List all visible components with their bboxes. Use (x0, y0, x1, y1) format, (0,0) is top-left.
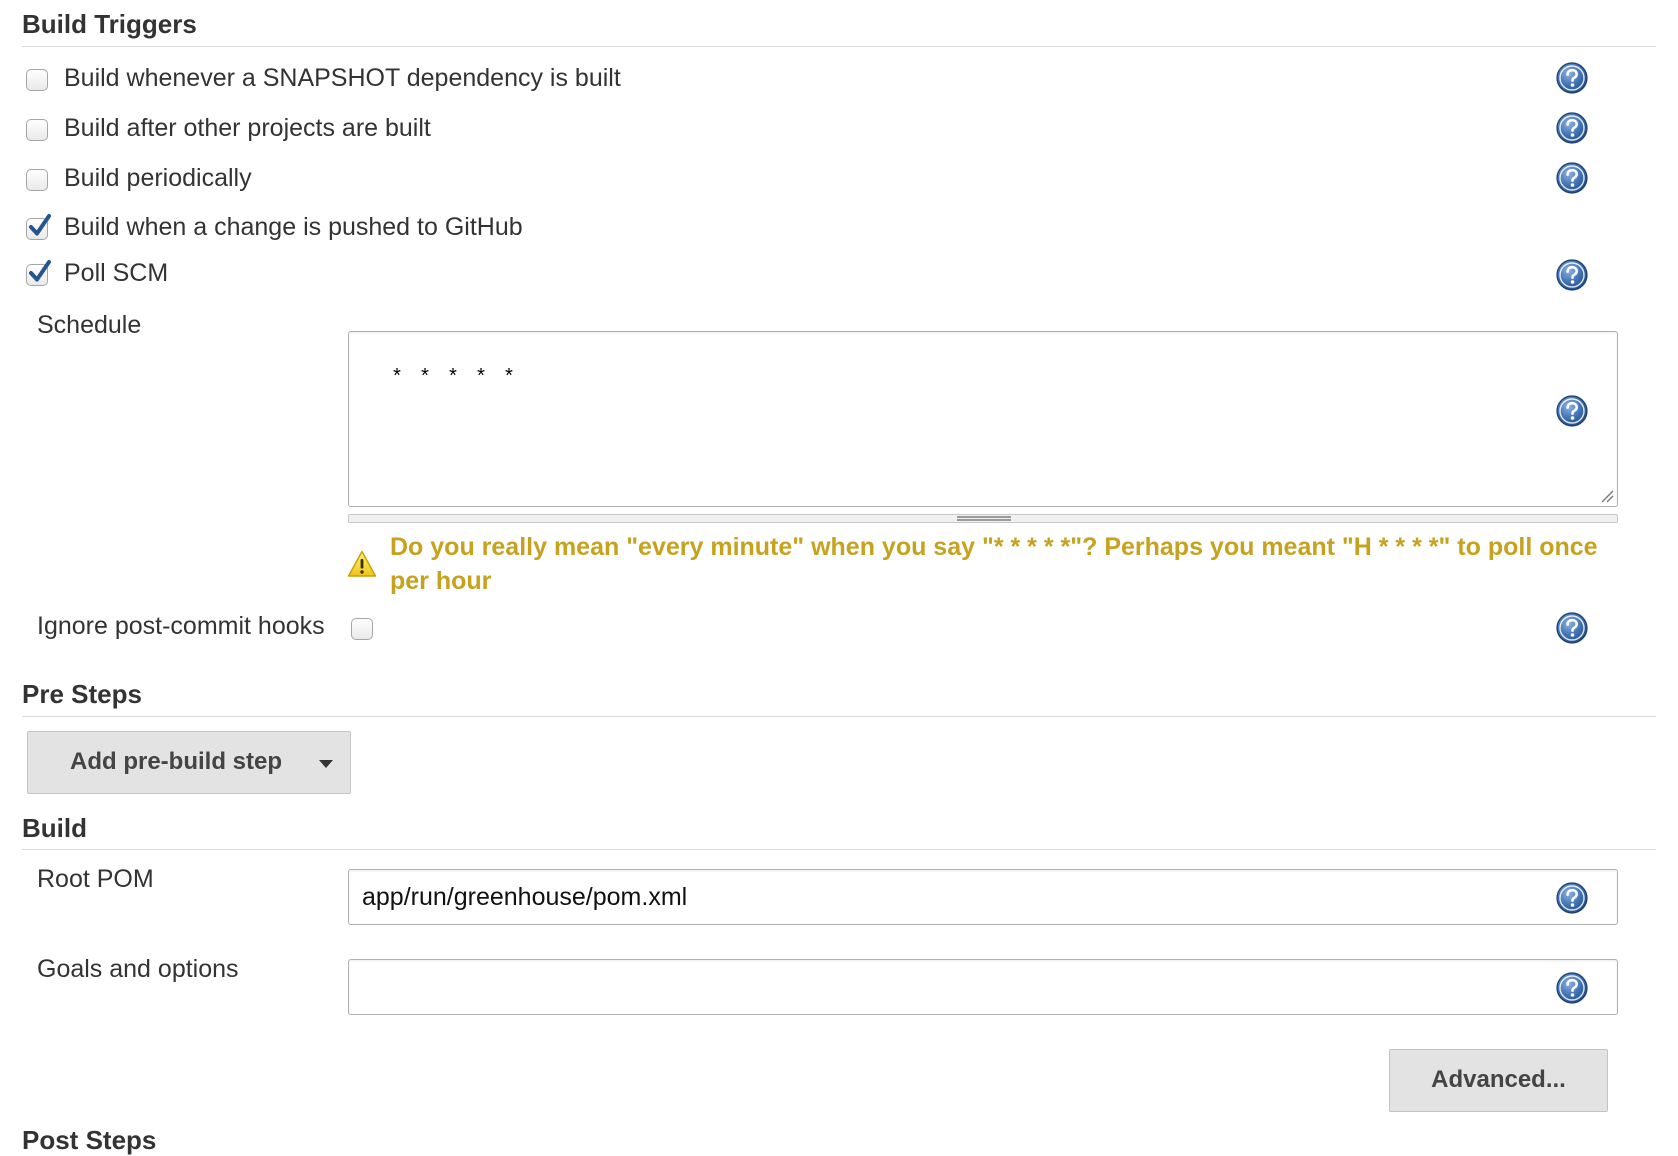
ignore-hooks-label: Ignore post-commit hooks (37, 612, 325, 640)
resize-grip-icon[interactable] (1600, 489, 1614, 503)
schedule-textarea[interactable]: * * * * * (348, 331, 1618, 507)
help-icon[interactable] (1556, 882, 1588, 914)
checkmark-icon (26, 213, 54, 241)
section-title-build-triggers: Build Triggers (22, 9, 197, 39)
add-pre-build-step-label: Add pre-build step (70, 748, 282, 775)
trigger-poll-scm-checkbox[interactable] (26, 264, 48, 286)
section-title-post-steps: Post Steps (22, 1125, 157, 1155)
checkmark-icon (26, 259, 54, 287)
section-title-build: Build (22, 813, 87, 843)
trigger-periodically-checkbox[interactable] (26, 169, 48, 191)
trigger-github-push-checkbox[interactable] (26, 218, 48, 240)
root-pom-input[interactable]: app/run/greenhouse/pom.xml (348, 869, 1618, 925)
trigger-poll-scm-label: Poll SCM (64, 259, 169, 287)
goals-options-label: Goals and options (37, 955, 239, 983)
schedule-value: * * * * * (391, 367, 518, 390)
trigger-snapshot-checkbox[interactable] (26, 69, 48, 91)
help-icon[interactable] (1556, 259, 1588, 291)
section-title-pre-steps: Pre Steps (22, 679, 142, 709)
help-icon[interactable] (1556, 612, 1588, 644)
schedule-label: Schedule (37, 311, 142, 339)
caret-down-icon (319, 760, 333, 768)
root-pom-label: Root POM (37, 865, 154, 893)
add-pre-build-step-button[interactable]: Add pre-build step (27, 731, 351, 794)
trigger-github-push-label: Build when a change is pushed to GitHub (64, 213, 523, 241)
goals-options-input[interactable] (348, 959, 1618, 1015)
grip-lines (957, 516, 1011, 521)
help-icon[interactable] (1556, 112, 1588, 144)
section-divider (22, 716, 1656, 717)
trigger-periodically-label: Build periodically (64, 164, 252, 192)
section-divider (22, 46, 1656, 47)
trigger-after-other-label: Build after other projects are built (64, 114, 431, 142)
trigger-snapshot-label: Build whenever a SNAPSHOT dependency is … (64, 64, 621, 92)
ignore-hooks-checkbox[interactable] (351, 618, 373, 640)
warning-icon (347, 550, 377, 577)
textarea-resize-handle[interactable] (348, 514, 1618, 523)
help-icon[interactable] (1556, 62, 1588, 94)
trigger-after-other-checkbox[interactable] (26, 119, 48, 141)
section-divider (22, 849, 1656, 850)
help-icon[interactable] (1556, 972, 1588, 1004)
schedule-warning-message: Do you really mean "every minute" when y… (390, 533, 1598, 595)
help-icon[interactable] (1556, 395, 1588, 427)
help-icon[interactable] (1556, 162, 1588, 194)
advanced-button[interactable]: Advanced... (1389, 1049, 1608, 1112)
